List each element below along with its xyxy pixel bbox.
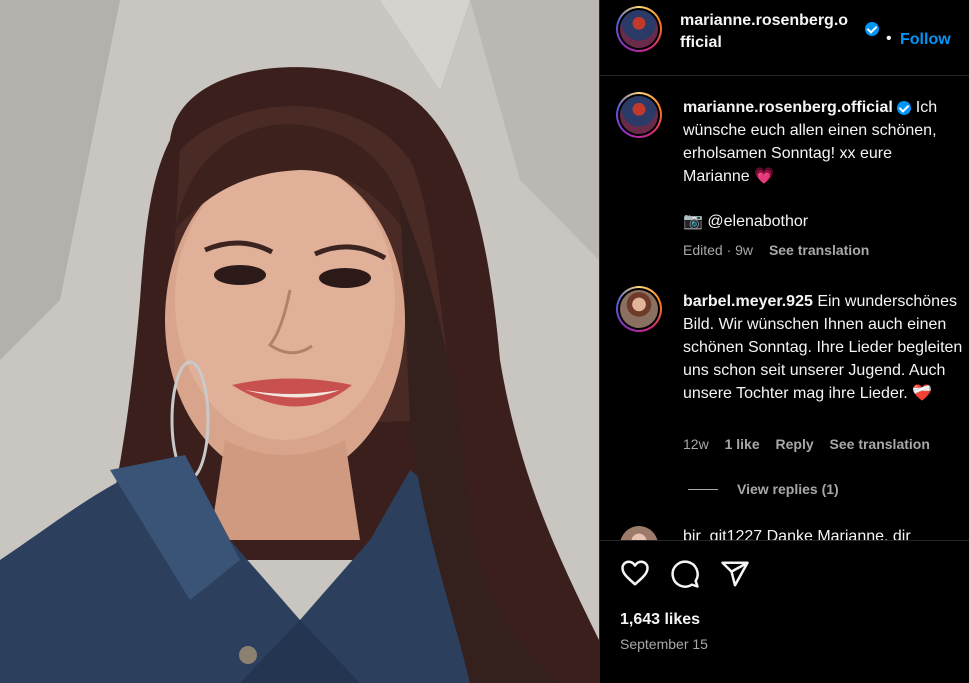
commenter-avatar[interactable] (620, 526, 658, 540)
separator-dot: • (886, 30, 892, 47)
caption-avatar[interactable] (616, 92, 662, 138)
see-translation-link[interactable]: See translation (830, 436, 930, 452)
post-date: September 15 (620, 636, 708, 652)
post-header: marianne.rosenberg.o fficial • Follow (600, 0, 969, 76)
comment-icon[interactable] (670, 559, 700, 594)
follow-button[interactable]: Follow (900, 31, 951, 49)
verified-icon (897, 100, 912, 115)
share-icon[interactable] (720, 559, 750, 594)
header-username-line1: marianne.rosenberg.o (680, 12, 849, 29)
likes-count[interactable]: 1,643 likes (620, 611, 700, 629)
view-replies-button[interactable]: View replies (1) (737, 481, 839, 497)
see-translation-link[interactable]: See translation (769, 242, 869, 258)
author-avatar[interactable] (616, 6, 662, 52)
verified-icon (865, 22, 879, 36)
comment-age: 12w (683, 436, 709, 452)
post-actions: 1,643 likes September 15 (600, 540, 969, 683)
comment-likes[interactable]: 1 like (725, 436, 760, 452)
comment-meta: 12w 1 like Reply See translation (683, 436, 930, 452)
caption-text: marianne.rosenberg.official Ich wünsche … (683, 96, 963, 188)
header-username-line2: fficial (680, 34, 722, 51)
caption-credit: 📷 @elenabothor (683, 213, 809, 230)
comment-text: barbel.meyer.925 Ein wunderschönes Bild.… (683, 290, 963, 405)
view-replies-line (688, 489, 718, 490)
reply-button[interactable]: Reply (776, 436, 814, 452)
header-username[interactable]: marianne.rosenberg.o fficial (680, 10, 860, 54)
post-details-panel: marianne.rosenberg.o fficial • Follow ma… (599, 0, 969, 683)
comment-username[interactable]: barbel.meyer.925 (683, 293, 813, 310)
caption-meta: Edited · 9w See translation (683, 242, 869, 258)
caption-username[interactable]: marianne.rosenberg.official (683, 99, 893, 116)
commenter-avatar[interactable] (616, 286, 662, 332)
portrait-illustration (0, 0, 599, 683)
comment-partial-text: bir_git1227 Danke Marianne, dir (683, 528, 911, 540)
post-photo[interactable] (0, 0, 599, 683)
heart-icon[interactable] (620, 559, 650, 592)
caption-edited: Edited · 9w (683, 242, 754, 258)
comments-section[interactable]: marianne.rosenberg.official Ich wünsche … (600, 76, 969, 540)
